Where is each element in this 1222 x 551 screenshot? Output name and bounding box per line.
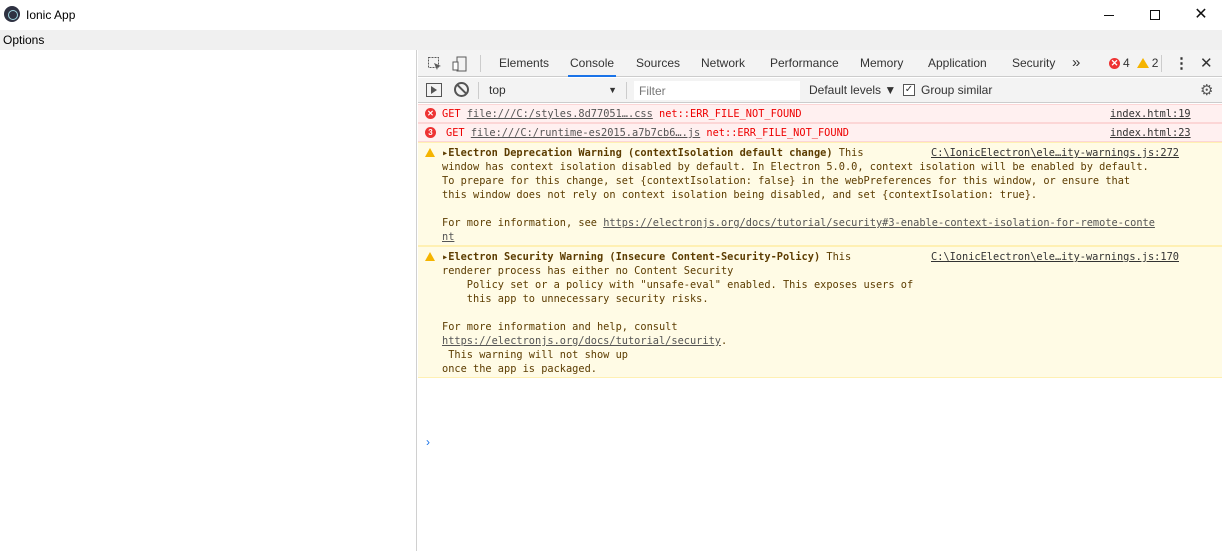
warning-heading: Electron Deprecation Warning (contextIso…	[448, 147, 833, 159]
warning-line: For more information and help, consult	[442, 321, 678, 333]
warning-message-text: ▸Electron Security Warning (Insecure Con…	[442, 250, 913, 376]
window-title: Ionic App	[26, 8, 76, 22]
warning-line: window has context isolation disabled by…	[442, 161, 1149, 173]
error-icon: ✕	[425, 108, 436, 119]
docs-link[interactable]: https://electronjs.org/docs/tutorial/sec…	[603, 217, 1155, 229]
request-method: GET	[446, 127, 465, 139]
error-code: net::ERR_FILE_NOT_FOUND	[659, 108, 802, 120]
issue-counters[interactable]: ✕ 4 2	[1109, 56, 1158, 70]
warning-line: To prepare for this change, set {context…	[442, 175, 1131, 187]
error-repeat-badge: 3	[425, 127, 436, 138]
more-tabs-icon[interactable]: »	[1072, 54, 1080, 71]
menu-options[interactable]: Options	[3, 33, 44, 47]
toolbar-divider	[1161, 55, 1162, 72]
close-window-button[interactable]: ✕	[1178, 0, 1222, 30]
filter-input[interactable]	[634, 81, 800, 100]
menu-bar: Options	[0, 30, 1222, 50]
error-icon: ✕	[1109, 57, 1120, 69]
warning-line: once the app is packaged.	[442, 363, 597, 375]
resource-link[interactable]: file:///C:/runtime-es2015.a7b7cb6….js	[471, 127, 700, 139]
error-code: net::ERR_FILE_NOT_FOUND	[706, 127, 849, 139]
warning-icon	[1136, 58, 1149, 68]
source-link[interactable]: index.html:19	[1110, 107, 1191, 121]
source-link[interactable]: C:\IonicElectron\ele…ity-warnings.js:170	[931, 250, 1179, 264]
tab-elements[interactable]: Elements	[497, 50, 551, 77]
request-method: GET	[442, 108, 461, 120]
default-levels-dropdown[interactable]: Default levels ▼	[809, 83, 896, 97]
toolbar-divider	[478, 82, 479, 99]
customize-menu-icon[interactable]: ⋮	[1174, 54, 1189, 72]
close-icon: ✕	[1194, 6, 1208, 23]
chevron-down-icon: ▼	[608, 85, 617, 95]
warning-icon	[425, 148, 435, 157]
warning-line: this app to unnecessary security risks.	[442, 293, 709, 305]
warning-heading: Electron Security Warning (Insecure Cont…	[448, 251, 821, 263]
minimize-icon	[1104, 14, 1114, 16]
warning-icon	[425, 252, 435, 261]
source-link[interactable]: index.html:23	[1110, 126, 1191, 140]
resource-link[interactable]: file:///C:/styles.8d77051….css	[467, 108, 653, 120]
toolbar-divider	[626, 82, 627, 99]
tab-network[interactable]: Network	[699, 50, 747, 77]
warning-heading-tail: This	[832, 147, 864, 159]
device-toolbar-icon[interactable]	[451, 55, 469, 73]
tab-security[interactable]: Security	[1010, 50, 1057, 77]
warning-line: This warning will not show up	[442, 349, 628, 361]
source-link[interactable]: C:\IonicElectron\ele…ity-warnings.js:272	[931, 146, 1179, 160]
maximize-button[interactable]	[1132, 0, 1178, 30]
warning-line: For more information, see	[442, 217, 604, 229]
context-select[interactable]: top ▼	[483, 81, 621, 100]
devtools-tab-bar: Elements Console Sources Network Perform…	[418, 50, 1222, 77]
electron-app-icon	[4, 6, 20, 22]
app-content-area	[0, 50, 417, 551]
gear-icon[interactable]: ⚙	[1200, 81, 1213, 99]
console-messages: ✕ GET file:///C:/styles.8d77051….css net…	[418, 104, 1222, 551]
warning-count: 2	[1151, 56, 1159, 70]
toolbar-divider	[480, 55, 481, 72]
console-message-warning: ▸Electron Security Warning (Insecure Con…	[418, 246, 1222, 378]
console-toolbar: top ▼ Default levels ▼ ✓ Group similar ⚙	[418, 78, 1222, 103]
warning-line: this window does not rely on context iso…	[442, 189, 1038, 201]
error-message-text: GET file:///C:/styles.8d77051….css net::…	[442, 107, 802, 121]
warning-line: Policy set or a policy with "unsafe-eval…	[442, 279, 914, 291]
link-tail: .	[720, 335, 728, 347]
tab-application[interactable]: Application	[926, 50, 989, 77]
group-similar-label: Group similar	[921, 83, 993, 97]
tab-sources[interactable]: Sources	[634, 50, 682, 77]
minimize-button[interactable]	[1086, 0, 1132, 30]
docs-link-continued[interactable]: nt	[442, 231, 454, 243]
error-message-text: GET file:///C:/runtime-es2015.a7b7cb6….j…	[446, 126, 849, 140]
console-message-error: 3 GET file:///C:/runtime-es2015.a7b7cb6……	[418, 123, 1222, 142]
show-sidebar-icon[interactable]	[426, 83, 442, 97]
console-message-warning: ▸Electron Deprecation Warning (contextIs…	[418, 142, 1222, 246]
clear-console-icon[interactable]	[454, 82, 469, 97]
tab-console[interactable]: Console	[568, 50, 617, 77]
docs-link[interactable]: https://electronjs.org/docs/tutorial/sec…	[442, 335, 721, 347]
warning-message-text: ▸Electron Deprecation Warning (contextIs…	[442, 146, 1155, 244]
console-message-error: ✕ GET file:///C:/styles.8d77051….css net…	[418, 104, 1222, 123]
devtools-panel: Elements Console Sources Network Perform…	[418, 50, 1222, 551]
warning-heading-tail: This	[820, 251, 852, 263]
group-similar-checkbox[interactable]: ✓	[903, 84, 915, 96]
tab-performance[interactable]: Performance	[768, 50, 841, 77]
close-devtools-icon[interactable]: ✕	[1200, 54, 1213, 72]
tab-memory[interactable]: Memory	[858, 50, 905, 77]
title-bar: Ionic App ✕	[0, 0, 1222, 30]
console-prompt[interactable]: ›	[426, 435, 430, 449]
warning-line: renderer process has either no Content S…	[442, 265, 734, 277]
error-count: 4	[1123, 56, 1130, 70]
inspect-element-icon[interactable]	[426, 55, 444, 73]
maximize-icon	[1150, 10, 1160, 20]
context-value: top	[489, 83, 506, 97]
